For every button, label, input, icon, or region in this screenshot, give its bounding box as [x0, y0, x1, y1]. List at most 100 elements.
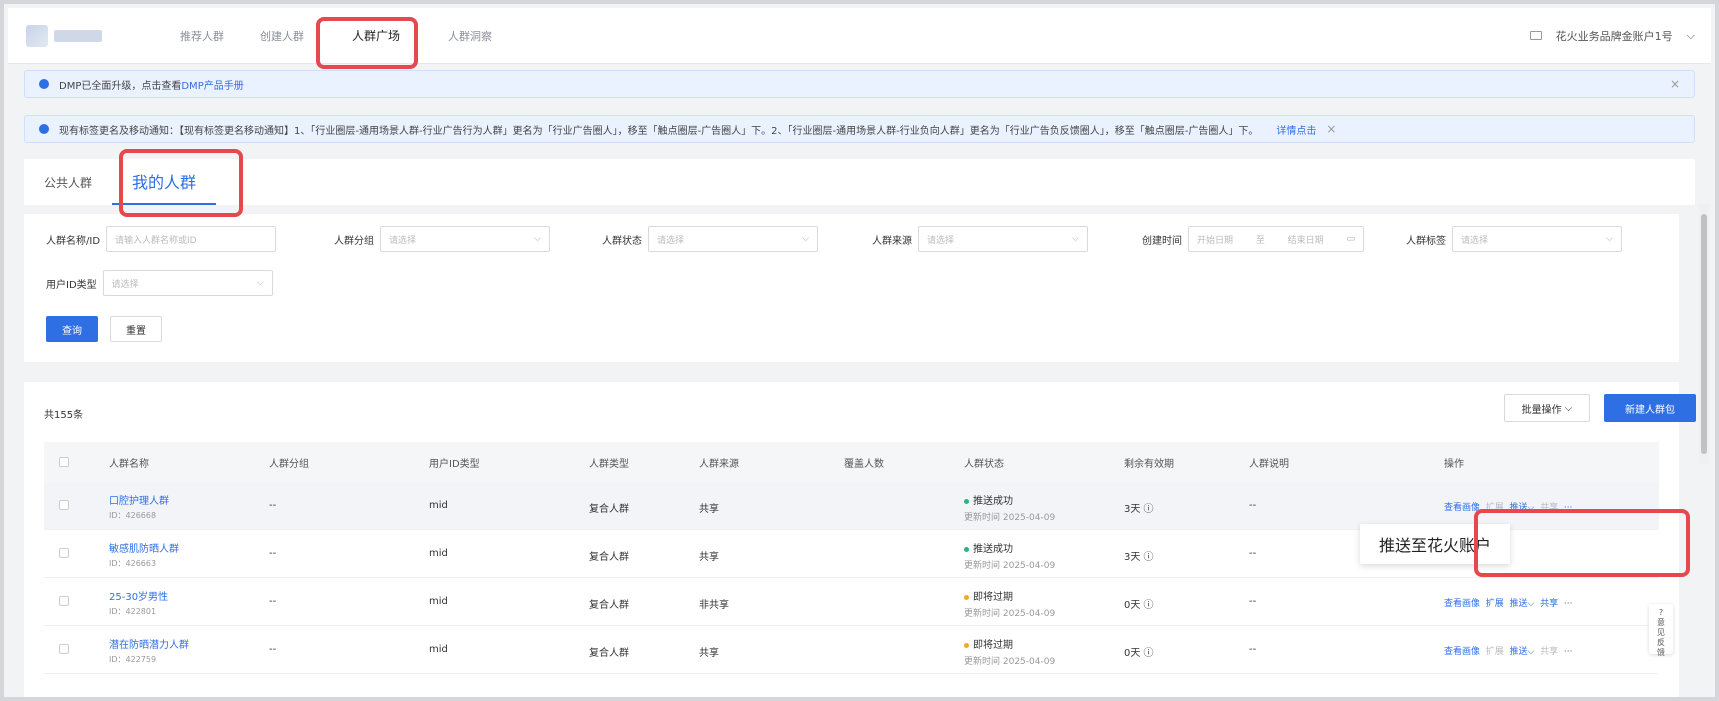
nav-item-create[interactable]: 创建人群 [242, 8, 322, 63]
filter-group-label: 人群分组 [334, 235, 374, 247]
push-link[interactable]: 推送 [1510, 503, 1528, 513]
view-profile-link[interactable]: 查看画像 [1444, 503, 1480, 513]
message-icon[interactable] [1529, 31, 1542, 40]
view-profile-link[interactable]: 查看画像 [1444, 599, 1480, 609]
crowd-name-link[interactable]: 口腔护理人群 [109, 492, 169, 507]
expand-link[interactable]: 扩展 [1486, 599, 1504, 609]
chevron-down-icon: ⌵ [1527, 599, 1535, 609]
nav-item-square[interactable]: 人群广场 [322, 8, 430, 63]
chevron-down-icon: ⌵ [1527, 503, 1535, 513]
total-count: 共155条 [44, 410, 84, 421]
more-icon[interactable]: ··· [1564, 599, 1573, 609]
chevron-down-icon: ⌵ [1561, 402, 1573, 414]
col-group: 人群分组 [269, 459, 309, 470]
cell-group: -- [269, 548, 277, 559]
cell-updated: 更新时间 2025-04-09 [964, 609, 1056, 619]
crowd-name-link[interactable]: 潜在防晒潜力人群 [109, 636, 189, 651]
cell-source: 共享 [699, 552, 719, 563]
info-icon [39, 124, 49, 134]
col-status: 人群状态 [964, 459, 1004, 470]
col-type: 人群类型 [589, 459, 629, 470]
scrollbar-thumb[interactable] [1701, 214, 1707, 454]
table-row[interactable]: 潜在防晒潜力人群 ID：422759 -- mid 复合人群 共享 即将过期 更新时… [44, 626, 1659, 674]
reset-button[interactable]: 重置 [110, 316, 162, 342]
share-link[interactable]: 共享 [1540, 503, 1558, 513]
status-success-dot [964, 546, 969, 552]
page-scrollbar[interactable] [1699, 204, 1709, 464]
crowd-source-select[interactable]: 请选择 ⌵ [918, 226, 1088, 252]
brand-logo[interactable] [26, 24, 102, 47]
app-frame: 推荐人群 创建人群 人群广场 人群洞察 花火业务品牌金账户1号 ⌵ DMP已全面… [0, 0, 1719, 701]
more-icon[interactable]: ··· [1564, 503, 1573, 513]
push-link[interactable]: 推送 [1510, 599, 1528, 609]
crowd-name-link[interactable]: 敏感肌防晒人群 [109, 540, 179, 555]
tab-my-crowd[interactable]: 我的人群 [112, 169, 217, 205]
row-ops: 查看画像 扩展 推送⌵ 共享 ··· [1444, 596, 1572, 609]
cell-desc: -- [1249, 644, 1257, 655]
top-nav: 推荐人群 创建人群 人群广场 人群洞察 花火业务品牌金账户1号 ⌵ [8, 8, 1711, 64]
notice-upgrade: DMP已全面升级，点击查看 DMP产品手册 × [24, 70, 1695, 98]
crowd-tabs: 公共人群 我的人群 [24, 159, 1695, 205]
close-icon[interactable]: × [1326, 122, 1336, 136]
cell-validity: 3天 ⓘ [1124, 552, 1154, 563]
push-link[interactable]: 推送 [1510, 647, 1528, 657]
cell-group: -- [269, 500, 277, 511]
row-checkbox[interactable] [59, 500, 69, 510]
status-warning-dot [964, 594, 969, 600]
crowd-name-input[interactable]: 请输入人群名称或ID [106, 226, 277, 252]
cell-group: -- [269, 644, 277, 655]
row-ops: 查看画像 扩展 推送⌵ 共享 ··· [1444, 500, 1572, 513]
view-profile-link[interactable]: 查看画像 [1444, 647, 1480, 657]
notice-detail-link[interactable]: 详情点击 [1276, 122, 1316, 137]
create-time-range[interactable]: 开始日期至结束日期 ▭ [1188, 226, 1364, 252]
row-checkbox[interactable] [59, 596, 69, 606]
row-ops: 查看画像 扩展 推送⌵ 共享 ··· [1444, 644, 1572, 657]
nav-item-recommend[interactable]: 推荐人群 [162, 8, 242, 63]
feedback-button[interactable]: ? 意见反馈 [1649, 604, 1673, 657]
chevron-down-icon: ⌵ [802, 234, 809, 244]
crowd-name-link[interactable]: 25-30岁男性 [109, 588, 168, 603]
table-header: 人群名称 人群分组 用户ID类型 人群类型 人群来源 覆盖人数 人群状态 剩余有… [44, 442, 1659, 482]
cell-status: 即将过期 [973, 592, 1013, 603]
crowd-tag-select[interactable]: 请选择 ⌵ [1452, 226, 1622, 252]
info-icon [39, 79, 49, 89]
batch-ops-button[interactable]: 批量操作 ⌵ [1504, 394, 1590, 422]
query-button[interactable]: 查询 [46, 316, 98, 342]
nav-item-insight[interactable]: 人群洞察 [430, 8, 510, 63]
cell-desc: -- [1249, 548, 1257, 559]
crowd-id: ID：426663 [109, 559, 157, 568]
col-source: 人群来源 [699, 459, 739, 470]
crowd-status-select[interactable]: 请选择 ⌵ [648, 226, 818, 252]
more-icon[interactable]: ··· [1564, 647, 1573, 657]
cell-validity: 3天 ⓘ [1124, 504, 1154, 515]
table-row[interactable]: 口腔护理人群 ID：426668 -- mid 复合人群 共享 推送成功 更新时间 … [44, 482, 1659, 530]
close-icon[interactable]: × [1670, 77, 1680, 91]
cell-group: -- [269, 596, 277, 607]
new-crowd-button[interactable]: 新建人群包 [1604, 394, 1696, 422]
cell-idtype: mid [429, 548, 448, 559]
crowd-id: ID：426668 [109, 511, 157, 520]
cell-updated: 更新时间 2025-04-09 [964, 657, 1056, 667]
table-row[interactable]: 25-30岁男性 ID：422801 -- mid 复合人群 非共享 即将过期 更新… [44, 578, 1659, 626]
cell-updated: 更新时间 2025-04-09 [964, 513, 1056, 523]
share-link[interactable]: 共享 [1540, 647, 1558, 657]
account-name[interactable]: 花火业务品牌金账户1号 [1556, 28, 1673, 44]
notice-upgrade-link[interactable]: DMP产品手册 [181, 77, 243, 92]
filter-name-label: 人群名称/ID [46, 235, 101, 247]
top-right: 花火业务品牌金账户1号 ⌵ [1529, 28, 1695, 44]
filter-idtype-label: 用户ID类型 [46, 279, 97, 291]
select-all-checkbox[interactable] [59, 457, 69, 467]
cell-validity: 0天 ⓘ [1124, 600, 1154, 611]
share-link[interactable]: 共享 [1540, 599, 1558, 609]
col-ops: 操作 [1444, 459, 1464, 470]
chevron-down-icon[interactable]: ⌵ [1687, 29, 1695, 43]
col-name: 人群名称 [109, 459, 149, 470]
expand-link[interactable]: 扩展 [1486, 647, 1504, 657]
id-type-select[interactable]: 请选择 ⌵ [102, 270, 273, 296]
push-to-huahuo-option[interactable]: 推送至花火账户 [1360, 524, 1510, 564]
crowd-group-select[interactable]: 请选择 ⌵ [380, 226, 550, 252]
row-checkbox[interactable] [59, 548, 69, 558]
expand-link[interactable]: 扩展 [1486, 503, 1504, 513]
tab-public-crowd[interactable]: 公共人群 [24, 174, 112, 205]
row-checkbox[interactable] [59, 644, 69, 654]
